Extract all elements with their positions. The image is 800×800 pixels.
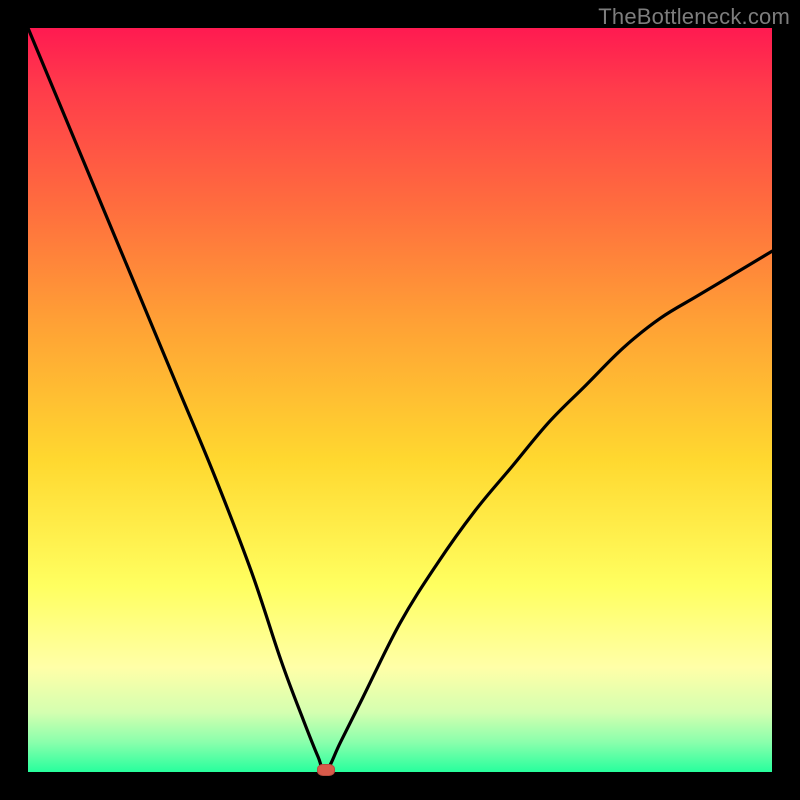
plot-area [28, 28, 772, 772]
chart-frame: TheBottleneck.com [0, 0, 800, 800]
bottleneck-curve [28, 28, 772, 772]
watermark-text: TheBottleneck.com [598, 4, 790, 30]
bottleneck-marker [317, 764, 335, 776]
